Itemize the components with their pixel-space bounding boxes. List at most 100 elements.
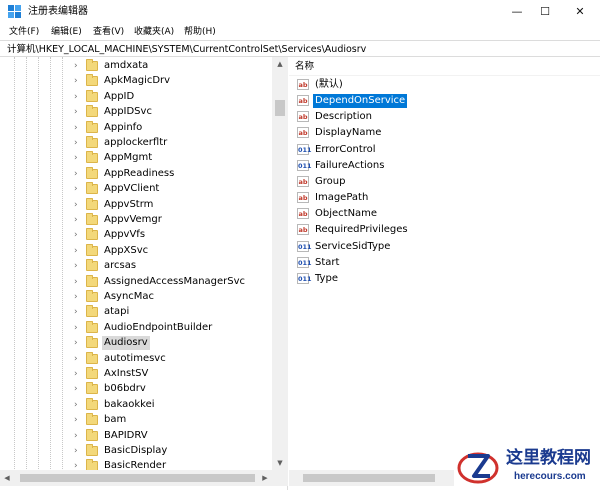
value-item[interactable]: ab Description (295, 109, 595, 125)
chevron-right-icon[interactable]: › (74, 60, 84, 72)
chevron-right-icon[interactable]: › (74, 337, 84, 349)
tree-item[interactable]: › amdxata (0, 58, 272, 74)
tree-item[interactable]: › AxInstSV (0, 366, 272, 382)
chevron-right-icon[interactable]: › (74, 291, 84, 303)
menu-file[interactable]: 文件(F) (9, 25, 39, 39)
menu-favorites[interactable]: 收藏夹(A) (134, 25, 174, 39)
chevron-right-icon[interactable]: › (74, 260, 84, 272)
tree-item[interactable]: › AppvStrm (0, 197, 272, 213)
string-value-icon: ab (297, 208, 309, 220)
value-item[interactable]: ab ObjectName (295, 206, 595, 222)
menu-edit[interactable]: 编辑(E) (51, 25, 82, 39)
tree-item[interactable]: › AudioEndpointBuilder (0, 320, 272, 336)
scroll-down-arrow-icon[interactable]: ▼ (272, 456, 288, 470)
value-item[interactable]: 011 Start (295, 255, 595, 271)
tree-item[interactable]: › applockerfltr (0, 135, 272, 151)
chevron-right-icon[interactable]: › (74, 137, 84, 149)
chevron-right-icon[interactable]: › (74, 399, 84, 411)
scroll-thumb[interactable] (303, 474, 435, 482)
chevron-right-icon[interactable]: › (74, 199, 84, 211)
value-item[interactable]: ab (默认) (295, 77, 595, 93)
tree-vertical-scrollbar[interactable]: ▲ ▼ (272, 57, 288, 470)
tree-item[interactable]: › AppID (0, 89, 272, 105)
chevron-right-icon[interactable]: › (74, 414, 84, 426)
folder-icon (86, 290, 98, 302)
window-title: 注册表编辑器 (28, 6, 88, 17)
value-item[interactable]: 011 Type (295, 271, 595, 287)
close-button[interactable]: ✕ (563, 0, 597, 24)
value-item[interactable]: 011 FailureActions (295, 158, 595, 174)
chevron-right-icon[interactable]: › (74, 430, 84, 442)
tree-item[interactable]: › bam (0, 412, 272, 428)
tree-item[interactable]: › AppIDSvc (0, 104, 272, 120)
tree-item[interactable]: › AppVClient (0, 181, 272, 197)
value-item[interactable]: ab Group (295, 174, 595, 190)
tree-item[interactable]: › atapi (0, 304, 272, 320)
tree-item-label: AppReadiness (104, 167, 175, 179)
scroll-thumb[interactable] (20, 474, 255, 482)
folder-icon (86, 89, 98, 102)
tree-item-label: Appinfo (104, 121, 143, 133)
folder-icon (86, 213, 98, 225)
tree-item[interactable]: › Appinfo (0, 120, 272, 136)
value-item[interactable]: ab DependOnService (295, 93, 595, 109)
scroll-up-arrow-icon[interactable]: ▲ (272, 57, 288, 71)
column-header-name[interactable]: 名称 (295, 60, 314, 73)
chevron-right-icon[interactable]: › (74, 122, 84, 134)
binary-value-icon: 011 (297, 240, 312, 252)
registry-editor-icon (8, 5, 21, 18)
tree-item[interactable]: › autotimesvc (0, 351, 272, 367)
chevron-right-icon[interactable]: › (74, 106, 84, 118)
chevron-right-icon[interactable]: › (74, 383, 84, 395)
chevron-right-icon[interactable]: › (74, 168, 84, 180)
chevron-right-icon[interactable]: › (74, 214, 84, 226)
value-name: Start (315, 256, 340, 268)
chevron-right-icon[interactable]: › (74, 353, 84, 365)
value-item[interactable]: 011 ErrorControl (295, 142, 595, 158)
tree-item[interactable]: › AppvVfs (0, 227, 272, 243)
tree-item[interactable]: › ApkMagicDrv (0, 73, 272, 89)
tree-item[interactable]: › AppXSvc (0, 243, 272, 259)
chevron-right-icon[interactable]: › (74, 368, 84, 380)
value-name: ObjectName (315, 208, 378, 220)
chevron-right-icon[interactable]: › (74, 445, 84, 457)
value-name: FailureActions (315, 159, 385, 171)
chevron-right-icon[interactable]: › (74, 245, 84, 257)
tree-item[interactable]: › Audiosrv (0, 335, 272, 351)
scroll-right-arrow-icon[interactable]: ▶ (258, 470, 272, 486)
tree-item[interactable]: › arcsas (0, 258, 272, 274)
folder-icon (86, 166, 98, 179)
tree-item[interactable]: › bakaokkei (0, 397, 272, 413)
value-item[interactable]: ab DisplayName (295, 125, 595, 141)
value-item[interactable]: 011 ServiceSidType (295, 239, 595, 255)
chevron-right-icon[interactable]: › (74, 276, 84, 288)
scroll-thumb[interactable] (275, 100, 285, 116)
menu-view[interactable]: 查看(V) (93, 25, 124, 39)
tree-item-label: arcsas (104, 260, 137, 272)
value-item[interactable]: ab RequiredPrivileges (295, 222, 595, 238)
tree-item[interactable]: › b06bdrv (0, 381, 272, 397)
tree-item[interactable]: › AppReadiness (0, 166, 272, 182)
tree-item[interactable]: › AsyncMac (0, 289, 272, 305)
tree-horizontal-scrollbar[interactable]: ◀ ▶ (0, 470, 288, 486)
string-value-icon: ab (297, 224, 309, 236)
menu-help[interactable]: 帮助(H) (184, 25, 216, 39)
chevron-right-icon[interactable]: › (74, 75, 84, 87)
value-item[interactable]: ab ImagePath (295, 190, 595, 206)
chevron-right-icon[interactable]: › (74, 152, 84, 164)
chevron-right-icon[interactable]: › (74, 229, 84, 241)
chevron-right-icon[interactable]: › (74, 306, 84, 318)
tree-item[interactable]: › AppvVemgr (0, 212, 272, 228)
chevron-right-icon[interactable]: › (74, 91, 84, 103)
address-bar[interactable]: 计算机\HKEY_LOCAL_MACHINE\SYSTEM\CurrentCon… (0, 40, 600, 57)
values-horizontal-scrollbar[interactable] (289, 470, 454, 486)
tree-item-label: AppXSvc (104, 244, 149, 256)
tree-item[interactable]: › AssignedAccessManagerSvc (0, 274, 272, 290)
scroll-left-arrow-icon[interactable]: ◀ (0, 470, 14, 486)
tree-item[interactable]: › AppMgmt (0, 150, 272, 166)
maximize-button[interactable]: ☐ (528, 0, 562, 24)
chevron-right-icon[interactable]: › (74, 322, 84, 334)
tree-item[interactable]: › BAPIDRV (0, 428, 272, 444)
chevron-right-icon[interactable]: › (74, 183, 84, 195)
tree-item[interactable]: › BasicDisplay (0, 443, 272, 459)
